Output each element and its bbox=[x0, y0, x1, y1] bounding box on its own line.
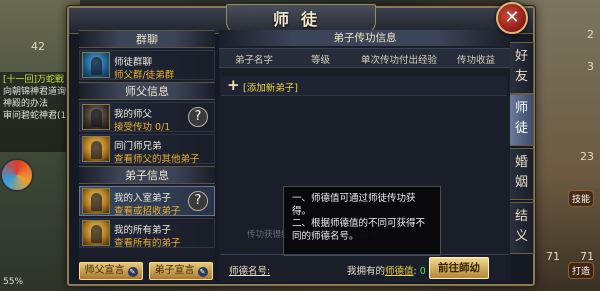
tab-sworn[interactable]: 结义 bbox=[510, 202, 534, 254]
all-disciples-icon bbox=[82, 220, 110, 246]
level-number: 42 bbox=[31, 40, 45, 53]
goto-button[interactable]: 前往師幼 bbox=[429, 257, 489, 279]
entry-sub: 查看师父的其他弟子 bbox=[114, 154, 200, 165]
entry-name: 我的所有弟子 bbox=[114, 225, 172, 236]
chat-line: 神殿的办法 bbox=[3, 99, 49, 109]
add-disciple-link[interactable]: [添加新弟子] bbox=[243, 80, 298, 94]
tooltip: 一、师德值可通过师徒传功获得。 二、根据师德值的不同可获得不同的师德名号。 bbox=[283, 186, 441, 256]
help-icon[interactable]: ? bbox=[188, 107, 208, 127]
disciple-portrait-icon bbox=[82, 188, 110, 214]
table-header: 弟子名字 等级 单次传功付出经验 传功收益 bbox=[219, 48, 511, 68]
virtue-value: 0 bbox=[419, 266, 426, 277]
column-header: 等级 bbox=[311, 55, 331, 66]
section-header-group-chat: 群聊 bbox=[79, 30, 215, 48]
master-portrait-icon bbox=[82, 104, 110, 130]
virtue-points: 我拥有的师德值: 0 bbox=[347, 263, 426, 277]
tab-mentor[interactable]: 师徒 bbox=[510, 94, 534, 146]
button-label: 弟子宣言 bbox=[154, 265, 195, 276]
help-icon[interactable]: ? bbox=[188, 191, 208, 211]
mentor-window: 师徒 群聊 师徒群聊 师父群/徒弟群 师父信息 我的师父 接受传功 0/1 ? … bbox=[67, 4, 535, 286]
entry-mentor-group-chat[interactable]: 师徒群聊 师父群/徒弟群 bbox=[79, 50, 215, 81]
right-panel: 弟子传功信息 弟子名字 等级 单次传功付出经验 传功收益 + [添加新弟子] 传… bbox=[219, 30, 511, 282]
group-chat-icon bbox=[82, 52, 110, 78]
hud-number: 3 bbox=[587, 60, 594, 73]
virtue-title-link[interactable]: 师德名号: bbox=[229, 263, 270, 277]
close-icon[interactable]: ✕ bbox=[496, 2, 528, 34]
virtue-prefix: 我拥有的 bbox=[347, 266, 386, 277]
entry-my-direct-disciples[interactable]: 我的入室弟子 查看或招收弟子 ? bbox=[79, 186, 215, 217]
column-header: 弟子名字 bbox=[235, 55, 274, 66]
entry-name: 我的入室弟子 bbox=[114, 193, 172, 204]
virtue-colon: : bbox=[413, 266, 417, 277]
skill-button[interactable]: 技能 bbox=[567, 190, 594, 207]
tooltip-line: 二、根据师德值的不同可获得不同的师德名号。 bbox=[292, 218, 426, 242]
hud-number: 2 bbox=[587, 28, 594, 41]
hud-number: 23 bbox=[580, 150, 594, 163]
entry-fellow-disciples[interactable]: 同门师兄弟 查看师父的其他弟子 bbox=[79, 134, 215, 165]
plus-icon: + bbox=[227, 76, 240, 94]
battery-status: 55% bbox=[3, 277, 24, 287]
skill-orb-icon[interactable] bbox=[0, 158, 34, 192]
chat-line: [十一回]万蛇戰 bbox=[3, 75, 65, 85]
add-disciple-row[interactable]: + [添加新弟子] bbox=[221, 76, 507, 96]
hud-number: 71 bbox=[546, 250, 560, 263]
entry-name: 我的师父 bbox=[114, 109, 153, 120]
master-declaration-button[interactable]: 师父宣言 ✎ bbox=[79, 262, 143, 280]
tab-friends[interactable]: 好友 bbox=[510, 42, 534, 94]
entry-sub: 查看或招收弟子 bbox=[114, 206, 181, 217]
section-header-disciple-info: 弟子信息 bbox=[79, 166, 215, 184]
column-header: 单次传功付出经验 bbox=[361, 55, 438, 66]
button-label: 师父宣言 bbox=[84, 265, 125, 276]
chat-line: 审问碧蛇神君(1 bbox=[3, 111, 67, 121]
chat-line: 向朝锦神君道询问 bbox=[3, 87, 76, 97]
entry-sub: 接受传功 0/1 bbox=[114, 122, 171, 133]
column-header: 传功收益 bbox=[457, 55, 496, 66]
entry-name: 师徒群聊 bbox=[114, 57, 153, 68]
virtue-link[interactable]: 师德值 bbox=[385, 266, 414, 277]
tooltip-line: 一、师德值可通过师徒传功获得。 bbox=[292, 193, 416, 217]
fellow-disciples-icon bbox=[82, 136, 110, 162]
entry-sub: 师父群/徒弟群 bbox=[114, 70, 175, 81]
tab-marriage[interactable]: 婚姻 bbox=[510, 148, 534, 200]
left-panel: 群聊 师徒群聊 师父群/徒弟群 师父信息 我的师父 接受传功 0/1 ? 同门师… bbox=[79, 30, 215, 282]
footer-bar: 师德名号: 我拥有的师德值: 0 前往師幼 bbox=[221, 254, 509, 280]
entry-all-disciples[interactable]: 我的所有弟子 查看所有的弟子 bbox=[79, 218, 215, 249]
entry-sub: 查看所有的弟子 bbox=[114, 238, 181, 249]
disciple-transmission-header: 弟子传功信息 bbox=[219, 30, 511, 46]
edit-icon: ✎ bbox=[127, 267, 138, 277]
forge-button[interactable]: 打造 bbox=[567, 262, 594, 279]
section-header-master-info: 师父信息 bbox=[79, 82, 215, 100]
disciple-declaration-button[interactable]: 弟子宣言 ✎ bbox=[149, 262, 213, 280]
entry-my-master[interactable]: 我的师父 接受传功 0/1 ? bbox=[79, 102, 215, 133]
entry-name: 同门师兄弟 bbox=[114, 141, 162, 152]
edit-icon: ✎ bbox=[197, 267, 208, 277]
